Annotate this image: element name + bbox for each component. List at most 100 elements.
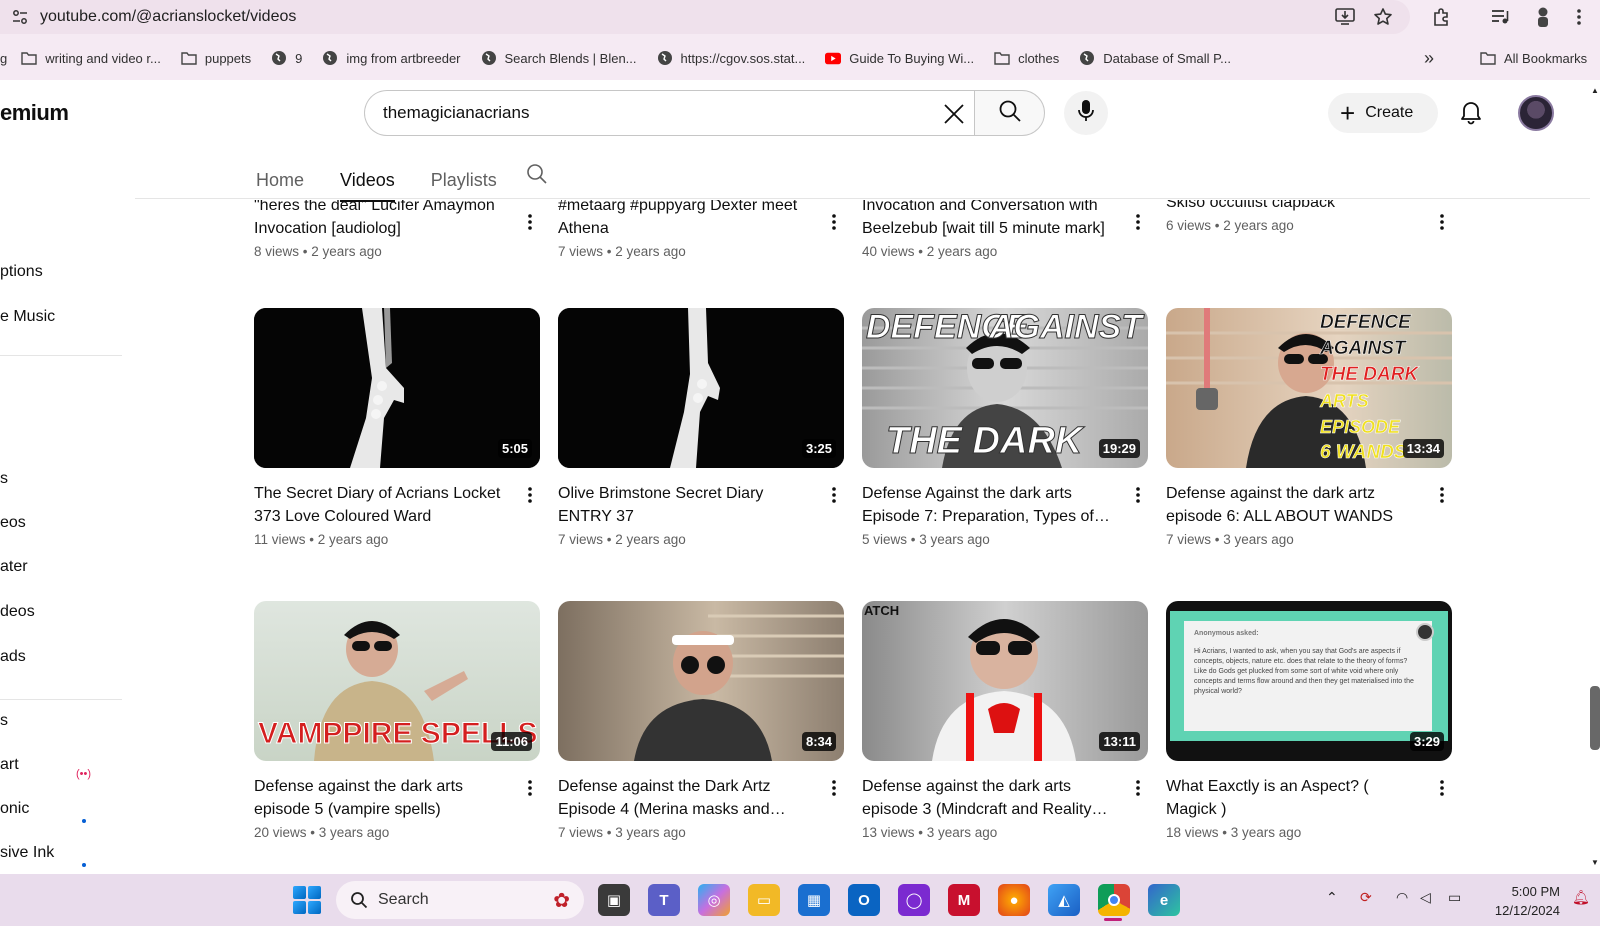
channel-search-icon[interactable] bbox=[525, 162, 549, 186]
sidebar-item-channel[interactable]: sive Ink bbox=[0, 844, 54, 862]
more-actions-icon[interactable] bbox=[1128, 210, 1148, 234]
video-card[interactable]: ATCH 13:11 Defense against the dark arts… bbox=[862, 601, 1148, 840]
battery-icon[interactable]: ▭ bbox=[1448, 889, 1461, 906]
task-view-icon[interactable]: ▣ bbox=[598, 884, 630, 916]
video-title[interactable]: Defense Against the dark arts Episode 7:… bbox=[862, 482, 1116, 528]
bookmark-cgov[interactable]: https://cgov.sos.stat... bbox=[657, 50, 805, 66]
bookmark-artbreeder[interactable]: img from artbreeder bbox=[322, 50, 461, 66]
video-thumbnail[interactable]: 8:34 bbox=[558, 601, 844, 761]
more-actions-icon[interactable] bbox=[1128, 776, 1148, 800]
sidebar-item-videos[interactable]: eos bbox=[0, 514, 26, 532]
more-actions-icon[interactable] bbox=[824, 776, 844, 800]
bookmark-guide[interactable]: Guide To Buying Wi... bbox=[825, 50, 974, 66]
sidebar-item-channel[interactable]: art bbox=[0, 756, 19, 774]
sidebar-item-liked-videos[interactable]: deos bbox=[0, 603, 35, 621]
photos-icon[interactable]: ◭ bbox=[1048, 884, 1080, 916]
video-title[interactable]: Defense against the dark artz episode 6:… bbox=[1166, 482, 1420, 528]
account-avatar[interactable] bbox=[1518, 95, 1554, 131]
bookmark-search-blends[interactable]: Search Blends | Blen... bbox=[481, 50, 637, 66]
microsoft-store-icon[interactable]: ▦ bbox=[798, 884, 830, 916]
notification-bell-icon[interactable]: 🔔︎ bbox=[1572, 889, 1590, 906]
tab-home[interactable]: Home bbox=[256, 160, 304, 200]
video-thumbnail[interactable]: DEFENCE AGAINST THE DARK ARTS EPISODE 6 … bbox=[1166, 308, 1452, 468]
video-card[interactable]: #metaarg #puppyarg Dexter meet Athena 7 … bbox=[558, 200, 844, 259]
video-thumbnail[interactable]: Anonymous asked: Hi Acrians, I wanted to… bbox=[1166, 601, 1452, 761]
address-bar[interactable]: youtube.com/@acrianslocket/videos bbox=[0, 0, 1410, 34]
video-card[interactable]: Anonymous asked: Hi Acrians, I wanted to… bbox=[1166, 601, 1452, 840]
more-actions-icon[interactable] bbox=[1128, 483, 1148, 507]
volume-icon[interactable]: ◁ bbox=[1420, 889, 1431, 906]
profile-icon[interactable] bbox=[1532, 6, 1554, 28]
tab-videos[interactable]: Videos bbox=[340, 160, 395, 202]
sidebar-item-downloads[interactable]: ads bbox=[0, 648, 26, 666]
video-thumbnail[interactable]: DEFENCE AGAINST THE DARK ARTS 19:29 bbox=[862, 308, 1148, 468]
sidebar-item-watch-later[interactable]: ater bbox=[0, 558, 28, 576]
more-actions-icon[interactable] bbox=[824, 483, 844, 507]
video-title[interactable]: Olive Brimstone Secret Diary ENTRY 37 bbox=[558, 482, 812, 528]
bookmark-folder-puppets[interactable]: puppets bbox=[181, 50, 251, 66]
clear-search-icon[interactable] bbox=[940, 100, 968, 128]
show-hidden-icons-chevron-icon[interactable]: ⌃ bbox=[1326, 889, 1338, 906]
more-actions-icon[interactable] bbox=[520, 776, 540, 800]
all-bookmarks-button[interactable]: All Bookmarks bbox=[1480, 50, 1587, 66]
taskbar-clock[interactable]: 5:00 PM 12/12/2024 bbox=[1480, 882, 1560, 920]
more-actions-icon[interactable] bbox=[1432, 483, 1452, 507]
video-thumbnail[interactable]: 5:05 bbox=[254, 308, 540, 468]
edge-icon[interactable]: e bbox=[1148, 884, 1180, 916]
bookmark-folder-writing[interactable]: writing and video r... bbox=[21, 50, 161, 66]
more-actions-icon[interactable] bbox=[1432, 776, 1452, 800]
video-card[interactable]: "heres the deal" Lucifer Amaymon Invocat… bbox=[254, 200, 540, 259]
video-card[interactable]: Skiso occultist clapback 6 views • 2 yea… bbox=[1166, 200, 1452, 233]
video-card[interactable]: Invocation and Conversation with Beelzeb… bbox=[862, 200, 1148, 259]
site-settings-icon[interactable] bbox=[10, 7, 30, 27]
video-title[interactable]: Invocation and Conversation with Beelzeb… bbox=[862, 200, 1116, 240]
teams-icon[interactable]: T bbox=[648, 884, 680, 916]
video-card[interactable]: DEFENCE AGAINST THE DARK ARTS EPISODE 6 … bbox=[1166, 308, 1452, 547]
install-app-icon[interactable] bbox=[1334, 6, 1356, 28]
sidebar-item-partial[interactable]: s bbox=[0, 470, 8, 488]
bookmark-star-icon[interactable] bbox=[1372, 6, 1394, 28]
more-actions-icon[interactable] bbox=[520, 210, 540, 234]
mcafee-icon[interactable]: M bbox=[948, 884, 980, 916]
video-card[interactable]: VAMPPIRE SPELLS 11:06 Defense against th… bbox=[254, 601, 540, 840]
video-title[interactable]: Defense against the dark arts episode 3 … bbox=[862, 775, 1116, 821]
bookmark-database[interactable]: Database of Small P... bbox=[1079, 50, 1231, 66]
more-actions-icon[interactable] bbox=[1432, 210, 1452, 234]
sidebar-item-channel[interactable]: onic bbox=[0, 800, 29, 818]
video-card[interactable]: 3:25 Olive Brimstone Secret Diary ENTRY … bbox=[558, 308, 844, 547]
sync-icon[interactable]: ⟳ bbox=[1360, 889, 1372, 906]
bookmark-folder-clothes[interactable]: clothes bbox=[994, 50, 1059, 66]
more-actions-icon[interactable] bbox=[824, 210, 844, 234]
copilot-icon[interactable]: ◎ bbox=[698, 884, 730, 916]
windows-start-icon[interactable] bbox=[293, 886, 321, 914]
wifi-icon[interactable]: ◠ bbox=[1396, 889, 1408, 906]
bookmarks-overflow-button[interactable]: » bbox=[1424, 48, 1434, 69]
bookmark-partial[interactable]: g bbox=[0, 51, 7, 66]
video-card[interactable]: 8:34 Defense against the Dark Artz Episo… bbox=[558, 601, 844, 840]
outlook-icon[interactable]: O bbox=[848, 884, 880, 916]
extensions-icon[interactable] bbox=[1430, 6, 1452, 28]
video-thumbnail[interactable]: 3:25 bbox=[558, 308, 844, 468]
create-button[interactable]: + Create bbox=[1328, 93, 1438, 133]
video-title[interactable]: Skiso occultist clapback bbox=[1166, 200, 1420, 214]
video-title[interactable]: "heres the deal" Lucifer Amaymon Invocat… bbox=[254, 200, 508, 240]
notifications-bell-icon[interactable] bbox=[1458, 100, 1484, 126]
tab-playlists[interactable]: Playlists bbox=[431, 160, 497, 200]
sidebar-item-subscriptions[interactable]: ptions bbox=[0, 263, 43, 281]
voice-search-button[interactable] bbox=[1064, 91, 1108, 135]
youtube-premium-logo[interactable]: emium bbox=[0, 100, 69, 126]
search-input[interactable]: themagicianacrians bbox=[364, 90, 975, 136]
menu-kebab-icon[interactable] bbox=[1568, 6, 1590, 28]
video-thumbnail[interactable]: ATCH 13:11 bbox=[862, 601, 1148, 761]
bookmark-9[interactable]: 9 bbox=[271, 50, 302, 66]
scroll-up-arrow-icon[interactable]: ▲ bbox=[1591, 86, 1599, 95]
sidebar-item-music[interactable]: e Music bbox=[0, 308, 55, 326]
search-button[interactable] bbox=[974, 90, 1045, 136]
video-thumbnail[interactable]: VAMPPIRE SPELLS 11:06 bbox=[254, 601, 540, 761]
video-title[interactable]: The Secret Diary of Acrians Locket 373 L… bbox=[254, 482, 508, 528]
video-card[interactable]: DEFENCE AGAINST THE DARK ARTS 19:29 Defe… bbox=[862, 308, 1148, 547]
scroll-down-arrow-icon[interactable]: ▼ bbox=[1591, 858, 1599, 867]
app-icon-purple[interactable]: ◯ bbox=[898, 884, 930, 916]
url-text[interactable]: youtube.com/@acrianslocket/videos bbox=[40, 8, 296, 26]
page-scrollbar-thumb[interactable] bbox=[1590, 686, 1600, 750]
